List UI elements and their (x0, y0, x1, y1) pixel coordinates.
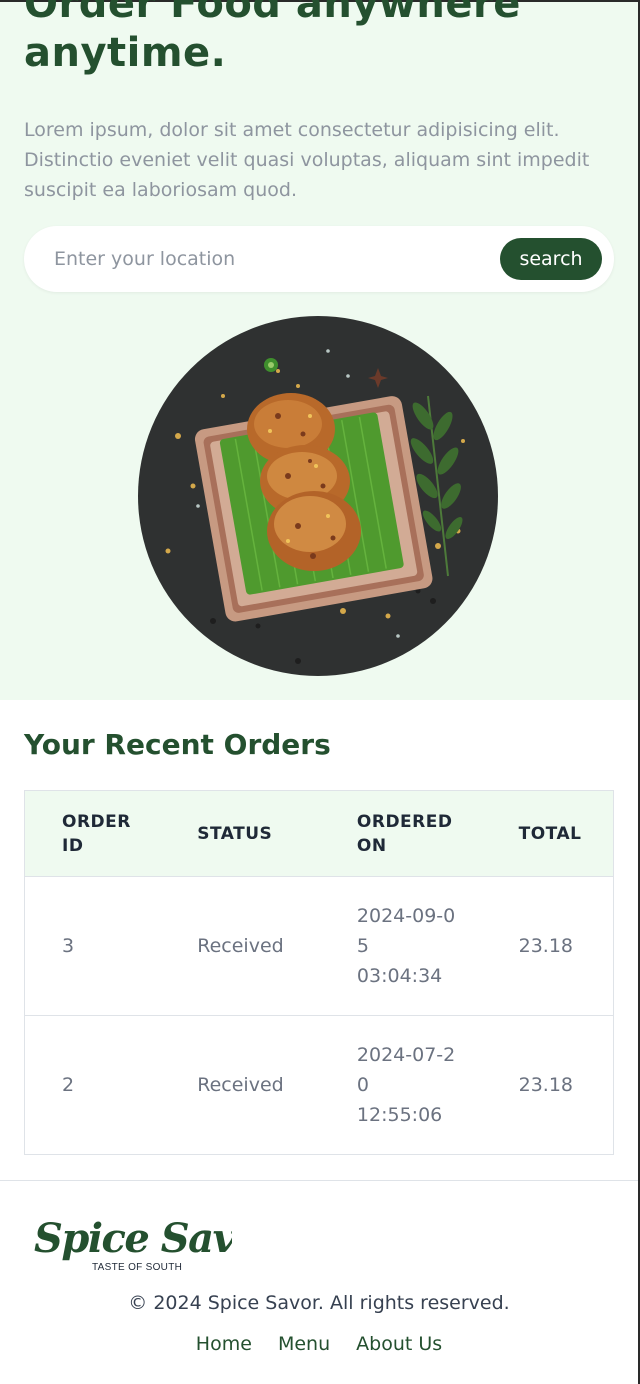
table-header-row: ORDER ID STATUS ORDERED ON TOTAL (24, 790, 614, 877)
hero-title: Order Food anywhere anytime. (24, 0, 521, 76)
ordered-on-date: 2024-09-05 (356, 905, 456, 957)
location-search-bar: search (24, 226, 614, 292)
status-cell: Received (197, 1015, 357, 1155)
footer-link-menu[interactable]: Menu (278, 1333, 330, 1355)
footer-nav: Home Menu About Us (0, 1333, 638, 1355)
column-header-order-id: ORDER ID (62, 811, 131, 856)
spice-savor-logo[interactable]: Spice Savor TASTE OF SOUTH (32, 1208, 232, 1274)
search-button[interactable]: search (500, 238, 602, 280)
ordered-on-time: 03:04:34 (356, 965, 443, 987)
ordered-on-time: 12:55:06 (356, 1104, 443, 1126)
hero-description: Lorem ipsum, dolor sit amet consectetur … (24, 119, 590, 201)
footer-link-about-us[interactable]: About Us (356, 1333, 442, 1355)
table-row[interactable]: 2 Received 2024-07-20 12:55:06 23.18 (24, 1015, 614, 1155)
hero-section: Order Food anywhere anytime. Lorem ipsum… (0, 0, 638, 700)
column-header-ordered-on: ORDERED ON (356, 811, 453, 856)
order-id-cell: 2 (24, 1015, 198, 1155)
page: Order Food anywhere anytime. Lorem ipsum… (0, 0, 640, 1384)
footer-link-home[interactable]: Home (196, 1333, 252, 1355)
food-plate-image (138, 316, 498, 676)
ordered-on-cell: 2024-09-05 03:04:34 (356, 876, 519, 1016)
ordered-on-cell: 2024-07-20 12:55:06 (356, 1015, 519, 1155)
svg-text:TASTE OF SOUTH: TASTE OF SOUTH (92, 1262, 182, 1273)
ordered-on-date: 2024-07-20 (356, 1044, 456, 1096)
total-cell: 23.18 (518, 876, 614, 1016)
total-cell: 23.18 (518, 1015, 614, 1155)
status-cell: Received (197, 876, 357, 1016)
column-header-status: STATUS (197, 823, 273, 844)
orders-table: ORDER ID STATUS ORDERED ON TOTAL 3 Recei… (24, 790, 614, 1155)
table-row[interactable]: 3 Received 2024-09-05 03:04:34 23.18 (24, 876, 614, 1016)
location-input[interactable] (54, 239, 494, 279)
column-header-total: TOTAL (518, 823, 582, 844)
footer-divider (0, 1180, 638, 1181)
svg-text:Spice Savor: Spice Savor (34, 1215, 232, 1262)
copyright-text: © 2024 Spice Savor. All rights reserved. (128, 1292, 510, 1314)
order-id-cell: 3 (24, 876, 198, 1016)
recent-orders-title: Your Recent Orders (24, 728, 331, 761)
